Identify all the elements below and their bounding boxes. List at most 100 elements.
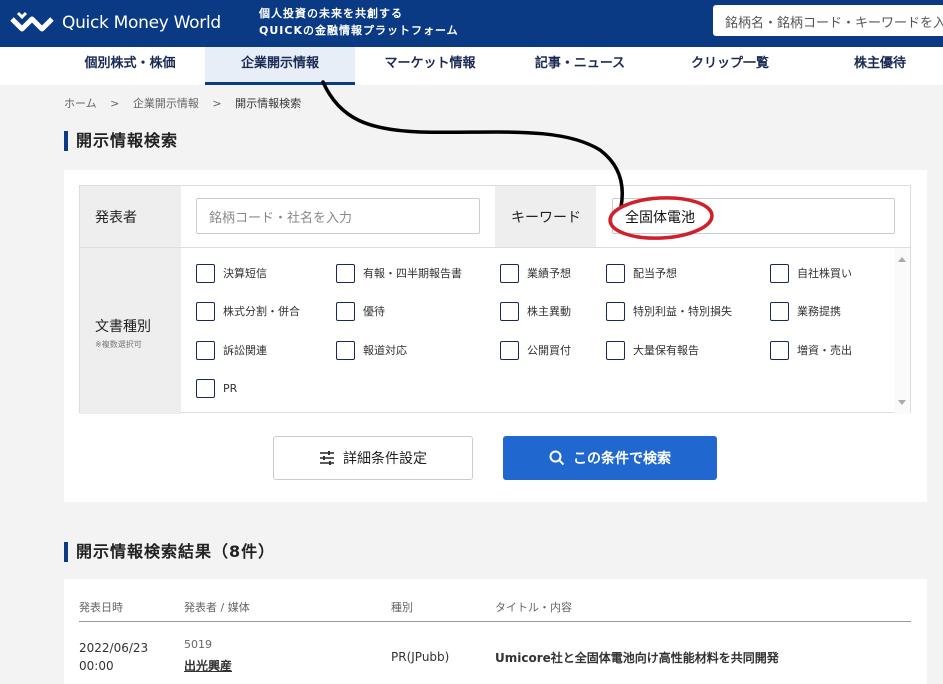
checkbox-benefit[interactable]: 優待: [336, 301, 385, 321]
checkbox-label: 有報・四半期報告書: [363, 267, 462, 280]
checkbox-label: 優待: [363, 305, 385, 318]
checkbox-label: 決算短信: [223, 267, 267, 280]
search-button-label: この条件で検索: [573, 451, 671, 467]
checkbox-box[interactable]: [500, 263, 519, 283]
row-code: 5019: [184, 638, 212, 651]
detail-settings-button[interactable]: 詳細条件設定: [273, 436, 473, 480]
row-title-link[interactable]: Umicore社と全固体電池向け高性能材料を共同開発: [495, 649, 779, 666]
nav-item-news[interactable]: 記事・ニュース: [510, 47, 650, 85]
nav-item-market[interactable]: マーケット情報: [360, 47, 500, 85]
checkbox-box[interactable]: [606, 340, 625, 360]
checkbox-forecast[interactable]: 業績予想: [500, 263, 571, 283]
checkbox-label: 業務提携: [797, 305, 841, 318]
scroll-up-icon[interactable]: [898, 257, 906, 262]
tagline-line2: QUICKの金融情報プラットフォーム: [259, 24, 459, 37]
checkbox-yuho[interactable]: 有報・四半期報告書: [336, 263, 462, 283]
checkbox-offering[interactable]: 増資・売出: [770, 340, 852, 360]
checkbox-shareholder[interactable]: 株主異動: [500, 301, 571, 321]
checkbox-label: 報道対応: [363, 344, 407, 357]
col-header-publisher: 発表者 / 媒体: [184, 601, 250, 614]
checkbox-box[interactable]: [196, 263, 215, 283]
checkbox-label: 自社株買い: [797, 267, 852, 280]
checkbox-box[interactable]: [606, 301, 625, 321]
checkbox-box[interactable]: [770, 340, 789, 360]
row-time: 00:00: [79, 659, 114, 673]
row-date: 2022/06/23: [79, 641, 149, 655]
header-divider: [79, 621, 911, 622]
checkbox-label: 株主異動: [527, 305, 571, 318]
results-table: 発表日時 発表者 / 媒体 種別 タイトル・内容 2022/06/23 00:0…: [64, 579, 927, 684]
col-header-title: タイトル・内容: [495, 601, 572, 614]
breadcrumb: ホーム > 企業開示情報 > 開示情報検索: [64, 95, 311, 111]
header-search-input[interactable]: 銘柄名・銘柄コード・キーワードを入: [713, 5, 943, 36]
logo-text: Quick Money World: [62, 13, 221, 33]
checkbox-box[interactable]: [500, 340, 519, 360]
checkbox-kessan[interactable]: 決算短信: [196, 263, 267, 283]
checkbox-box[interactable]: [770, 263, 789, 283]
nav-item-stocks[interactable]: 個別株式・株価: [60, 47, 200, 85]
search-button[interactable]: この条件で検索: [503, 436, 717, 480]
tagline: 個人投資の未来を共創する QUICKの金融情報プラットフォーム: [259, 5, 459, 39]
sliders-icon: [319, 450, 335, 466]
checkbox-box[interactable]: [606, 263, 625, 283]
checkbox-box[interactable]: [196, 378, 215, 398]
main-nav: 個別株式・株価 企業開示情報 マーケット情報 記事・ニュース クリップ一覧 株主…: [0, 47, 943, 85]
doc-type-label: 文書種別: [95, 319, 151, 335]
checkbox-lawsuit[interactable]: 訴訟関連: [196, 340, 267, 360]
doc-type-label-cell: 文書種別 ※複数選択可: [80, 248, 181, 414]
checkbox-box[interactable]: [500, 301, 519, 321]
detail-settings-label: 詳細条件設定: [343, 451, 427, 467]
checkbox-box[interactable]: [196, 340, 215, 360]
logo-mark-icon: [10, 11, 54, 32]
doc-type-note: ※複数選択可: [95, 340, 142, 349]
row-type: PR(JPubb): [391, 650, 450, 664]
search-form-card: 発表者 銘柄コード・社名を入力 キーワード 全固体電池 文書種別 ※複数選択可 …: [64, 170, 927, 502]
checkbox-alliance[interactable]: 業務提携: [770, 301, 841, 321]
tagline-line1: 個人投資の未来を共創する: [259, 7, 403, 20]
checkbox-label: 公開買付: [527, 344, 571, 357]
scroll-down-icon[interactable]: [898, 400, 906, 405]
col-header-type: 種別: [391, 601, 413, 614]
checkbox-press[interactable]: 報道対応: [336, 340, 407, 360]
row-company-link[interactable]: 出光興産: [184, 657, 232, 674]
site-logo[interactable]: Quick Money World: [10, 9, 221, 37]
page-title: 開示情報検索: [64, 131, 178, 151]
checkbox-pr[interactable]: PR: [196, 378, 237, 398]
checkbox-label: 業績予想: [527, 267, 571, 280]
checkbox-box[interactable]: [196, 301, 215, 321]
search-icon: [549, 450, 565, 466]
checkbox-label: 大量保有報告: [633, 344, 699, 357]
checkbox-box[interactable]: [336, 263, 355, 283]
checkbox-buyback[interactable]: 自社株買い: [770, 263, 852, 283]
search-form-table: 発表者 銘柄コード・社名を入力 キーワード 全固体電池 文書種別 ※複数選択可 …: [79, 185, 911, 414]
checkbox-label: 配当予想: [633, 267, 677, 280]
publisher-input[interactable]: 銘柄コード・社名を入力: [196, 198, 480, 234]
doc-type-scrollbar[interactable]: [894, 248, 910, 414]
breadcrumb-home[interactable]: ホーム: [64, 97, 97, 110]
breadcrumb-separator: >: [110, 97, 120, 110]
checkbox-dividend[interactable]: 配当予想: [606, 263, 677, 283]
checkbox-label: 特別利益・特別損失: [633, 305, 732, 318]
nav-item-benefits[interactable]: 株主優待: [820, 47, 940, 85]
row-divider: [80, 247, 910, 248]
checkbox-label: 訴訟関連: [223, 344, 267, 357]
nav-item-clips[interactable]: クリップ一覧: [660, 47, 800, 85]
nav-item-disclosure[interactable]: 企業開示情報: [205, 47, 355, 85]
checkbox-box[interactable]: [336, 340, 355, 360]
col-header-date: 発表日時: [79, 601, 123, 614]
checkbox-label: PR: [223, 381, 238, 395]
keyword-label: キーワード: [495, 186, 596, 247]
checkbox-box[interactable]: [336, 301, 355, 321]
breadcrumb-disclosure[interactable]: 企業開示情報: [133, 97, 199, 110]
checkbox-split[interactable]: 株式分割・併合: [196, 301, 300, 321]
checkbox-box[interactable]: [770, 301, 789, 321]
checkbox-large-holding[interactable]: 大量保有報告: [606, 340, 699, 360]
results-title: 開示情報検索結果（8件）: [64, 542, 275, 562]
checkbox-tob[interactable]: 公開買付: [500, 340, 571, 360]
site-header: Quick Money World 個人投資の未来を共創する QUICKの金融情…: [0, 0, 943, 47]
breadcrumb-separator: >: [212, 97, 222, 110]
checkbox-special[interactable]: 特別利益・特別損失: [606, 301, 732, 321]
keyword-input[interactable]: 全固体電池: [612, 198, 895, 234]
checkbox-label: 増資・売出: [797, 344, 852, 357]
checkbox-label: 株式分割・併合: [223, 305, 300, 318]
